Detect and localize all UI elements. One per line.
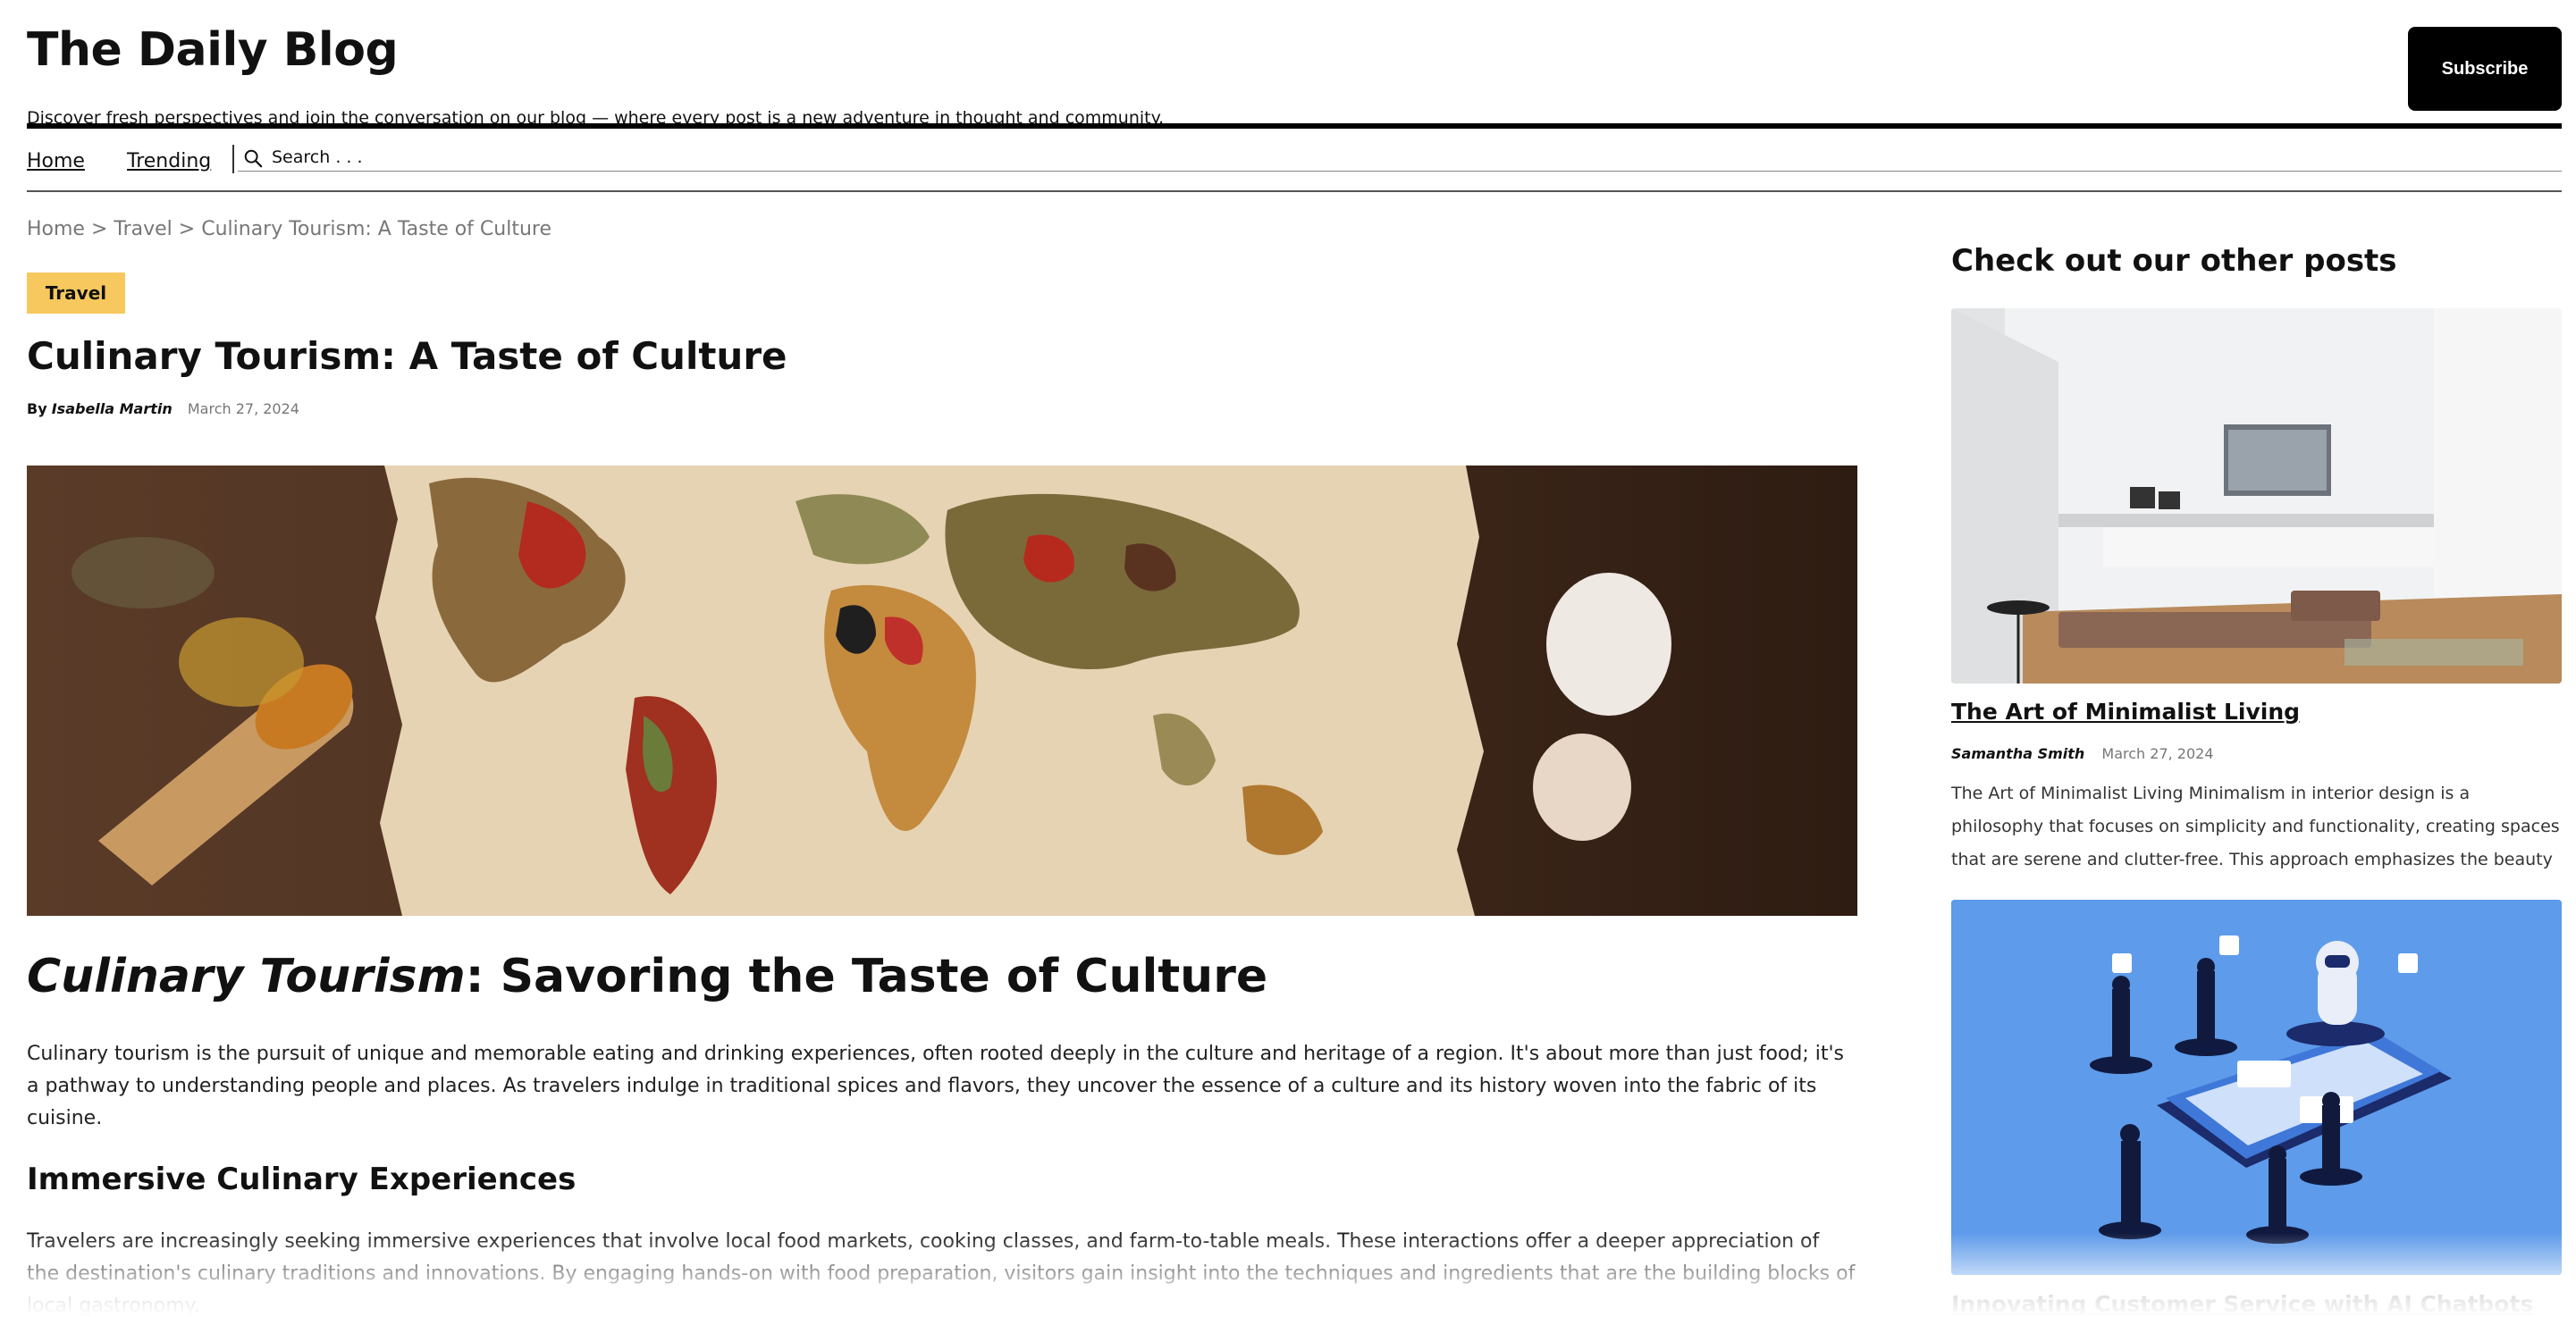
post-card-author[interactable]: Samantha Smith xyxy=(1951,745,2084,762)
breadcrumb-separator: > xyxy=(84,218,114,240)
post-title: Culinary Tourism: A Taste of Culture xyxy=(27,334,787,378)
sidebar-heading: Check out our other posts xyxy=(1951,243,2397,279)
byline-prefix: By xyxy=(27,400,47,417)
search-icon[interactable] xyxy=(243,148,263,168)
post-card-title[interactable]: The Art of Minimalist Living xyxy=(1951,699,2300,725)
site-title[interactable]: The Daily Blog xyxy=(27,21,399,79)
breadcrumb-home[interactable]: Home xyxy=(27,218,85,240)
nav-home-link[interactable]: Home xyxy=(27,148,85,175)
article-heading: Culinary Tourism: Savoring the Taste of … xyxy=(27,945,1267,1008)
breadcrumb-current: Culinary Tourism: A Taste of Culture xyxy=(201,218,552,240)
post-byline: By Isabella Martin March 27, 2024 xyxy=(27,400,299,417)
sidebar: Check out our other posts The Art of Min… xyxy=(1951,0,2562,1317)
minimalist-room-image xyxy=(1951,308,2562,684)
breadcrumb-separator: > xyxy=(172,218,202,240)
nav-separator xyxy=(232,145,234,173)
post-card-image[interactable] xyxy=(1951,308,2562,684)
category-tag[interactable]: Travel xyxy=(27,273,125,314)
article-heading-emphasis: Culinary Tourism xyxy=(27,950,466,1003)
article-paragraph: Travelers are increasingly seeking immer… xyxy=(27,1230,1856,1317)
article-paragraph: Culinary tourism is the pursuit of uniqu… xyxy=(27,1043,1845,1129)
hero-image xyxy=(27,466,1857,916)
ai-chatbot-illustration xyxy=(1951,900,2562,1275)
post-card-excerpt: The Art of Minimalist Living Minimalism … xyxy=(1951,784,2560,869)
breadcrumb: Home > Travel > Culinary Tourism: A Tast… xyxy=(27,218,551,240)
article-subheading: Immersive Culinary Experiences xyxy=(27,1162,577,1197)
post-card-title[interactable]: Innovating Customer Service with AI Chat… xyxy=(1951,1291,2533,1317)
nav-trending-link[interactable]: Trending xyxy=(127,148,211,175)
post-card-date: March 27, 2024 xyxy=(2101,745,2214,762)
post-date: March 27, 2024 xyxy=(187,400,299,417)
post-card-meta: Samantha Smith March 27, 2024 xyxy=(1951,745,2214,762)
spice-world-map-image xyxy=(27,466,1857,916)
article-heading-rest: : Savoring the Taste of Culture xyxy=(465,950,1268,1003)
post-author[interactable]: Isabella Martin xyxy=(52,400,173,417)
post-card-image[interactable] xyxy=(1951,900,2562,1275)
breadcrumb-category[interactable]: Travel xyxy=(114,218,172,240)
